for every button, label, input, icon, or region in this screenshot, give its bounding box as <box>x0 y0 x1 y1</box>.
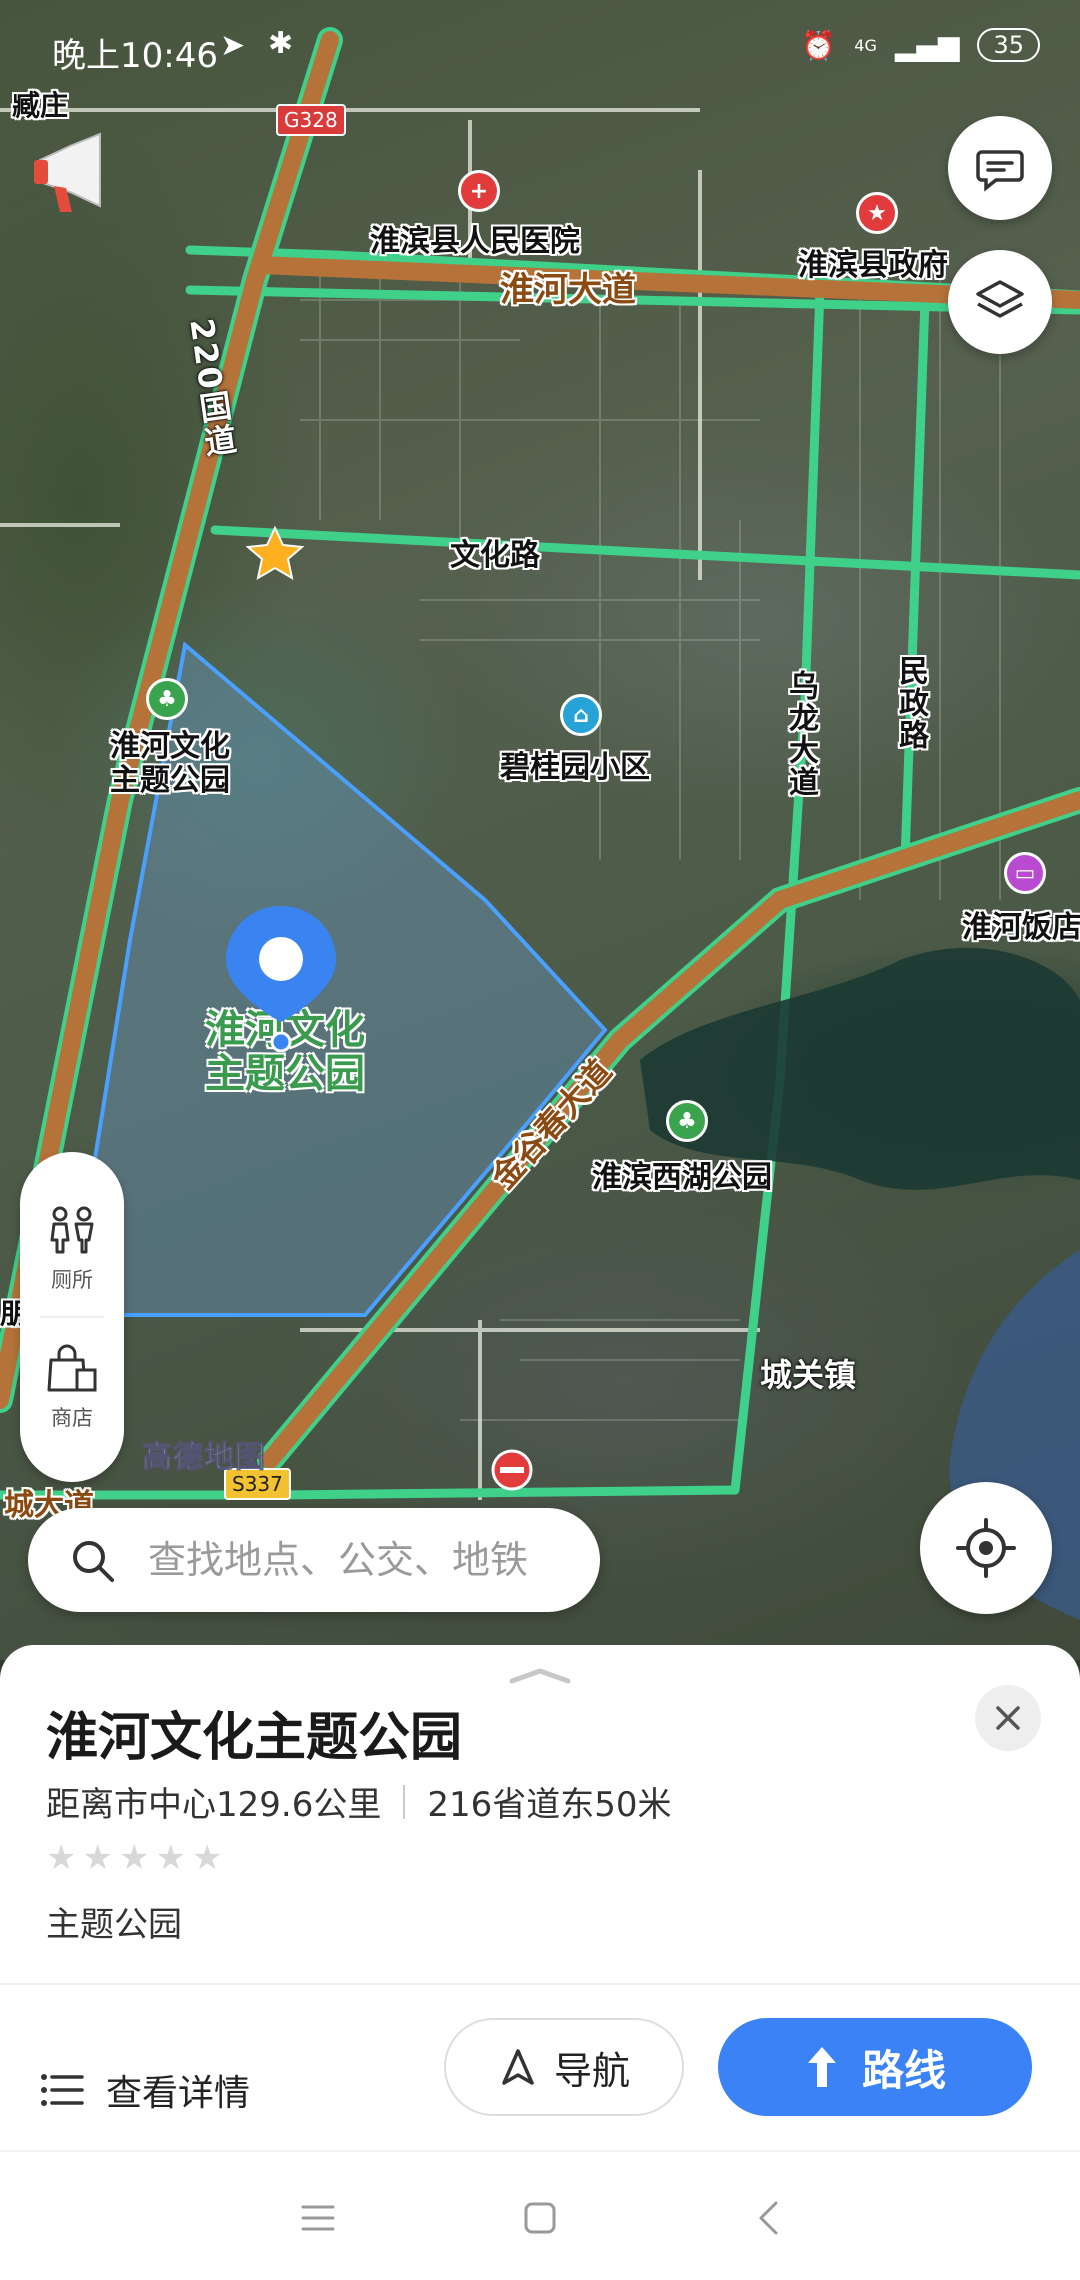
close-button[interactable] <box>975 1685 1041 1751</box>
place-title: 淮河文化主题公园 <box>46 1708 463 1768</box>
view-details-label: 查看详情 <box>106 2073 251 2114</box>
place-category: 主题公园 <box>46 1905 182 1945</box>
place-label-park-small[interactable]: 淮河文化主题公园 <box>100 730 240 798</box>
sheet-handle-icon[interactable] <box>508 1665 572 1685</box>
road-label-wulong: 乌龙大道 <box>783 670 818 798</box>
hospital-icon[interactable]: + <box>458 170 500 212</box>
star-icon: ★ <box>46 1838 77 1878</box>
search-icon <box>73 1541 114 1582</box>
crosshair-icon <box>956 1518 1016 1578</box>
navigate-label: 导航 <box>553 2048 630 2093</box>
meta-divider <box>403 1784 406 1819</box>
menu-key[interactable] <box>294 2194 342 2242</box>
place-label-hotel[interactable]: 淮河饭店 <box>962 902 1080 946</box>
screen: G328 S337 220国道 淮河大道 文化路 乌龙大道 民政路 金谷春大道 … <box>0 0 1080 2280</box>
place-label-biguiyuan[interactable]: 碧桂园小区 <box>500 742 650 786</box>
home-square-icon <box>524 2202 556 2234</box>
distance-text: 距离市中心129.6公里 <box>46 1785 382 1825</box>
route-label: 路线 <box>861 2045 946 2095</box>
park-icon-xihu[interactable]: ♣ <box>666 1100 708 1142</box>
rating-stars: ★ ★ ★ ★ ★ <box>46 1841 222 1875</box>
government-icon[interactable]: ★ <box>856 192 898 234</box>
location-pin-icon[interactable] <box>222 902 340 1052</box>
no-entry-icon <box>491 1449 533 1491</box>
toilet-label: 厕所 <box>51 1268 93 1292</box>
home-key[interactable] <box>516 2194 564 2242</box>
star-icon: ★ <box>118 1838 150 1878</box>
shopping-bag-icon <box>47 1344 97 1392</box>
place-label-government[interactable]: 淮滨县政府 <box>798 240 948 284</box>
residential-icon[interactable]: ⌂ <box>560 694 602 736</box>
menu-icon <box>301 2205 335 2231</box>
road-info-text: 216省道东50米 <box>427 1785 672 1825</box>
feedback-button[interactable] <box>948 116 1052 220</box>
alarm-icon: ⏰ <box>801 28 837 62</box>
status-bar: 晚上10:46 ➤ ✱ ⏰ 4G ▂▄▆ 35 <box>0 0 1080 100</box>
layers-icon <box>976 280 1024 318</box>
road-label-huaihe: 淮河大道 <box>500 270 636 310</box>
road-label-wenhua: 文化路 <box>450 538 540 573</box>
status-time: 晚上10:46 <box>52 36 218 76</box>
navigation-arrow-icon <box>502 2049 534 2085</box>
star-icon: ★ <box>191 1838 223 1878</box>
amap-watermark: 高德地图 <box>142 1440 266 1476</box>
system-navigation-bar <box>0 2150 1080 2280</box>
search-bar[interactable] <box>28 1508 600 1612</box>
map-view[interactable]: G328 S337 220国道 淮河大道 文化路 乌龙大道 民政路 金谷春大道 … <box>0 0 1080 1660</box>
back-key[interactable] <box>744 2194 792 2242</box>
search-input[interactable] <box>148 1532 588 1588</box>
hotel-icon[interactable]: ▭ <box>1004 852 1046 894</box>
shop-button[interactable]: 商店 <box>20 1344 124 1432</box>
side-panel-divider <box>40 1316 104 1318</box>
route-button[interactable]: 路线 <box>718 2018 1032 2116</box>
megaphone-icon[interactable] <box>30 126 114 218</box>
locate-button[interactable] <box>920 1482 1052 1614</box>
toilet-button[interactable]: 厕所 <box>20 1206 124 1294</box>
park-area-label-line2: 主题公园 <box>205 1051 365 1097</box>
close-icon <box>996 1706 1020 1730</box>
view-details-button[interactable]: 查看详情 <box>40 2045 250 2135</box>
layers-button[interactable] <box>948 250 1052 354</box>
status-icons: ⏰ 4G ▂▄▆ 35 <box>801 28 1040 62</box>
location-arrow-icon: ➤ <box>220 28 246 63</box>
road-label-minzheng: 民政路 <box>893 655 928 751</box>
sheet-divider <box>0 1983 1080 1985</box>
side-panel: 厕所 商店 <box>20 1152 124 1482</box>
list-icon <box>41 2074 84 2106</box>
place-label-xihu[interactable]: 淮滨西湖公园 <box>592 1152 772 1196</box>
shop-label: 商店 <box>51 1406 93 1430</box>
star-icon: ★ <box>82 1838 113 1878</box>
network-label: 4G <box>854 35 877 55</box>
park-icon-small[interactable]: ♣ <box>146 678 188 720</box>
battery-indicator: 35 <box>977 28 1040 62</box>
back-chevron-icon <box>759 2201 778 2235</box>
g328-shield: G328 <box>276 104 346 136</box>
bluetooth-icon: ✱ <box>268 26 294 61</box>
place-label-chengguan: 城关镇 <box>760 1356 857 1394</box>
message-icon <box>976 150 1024 192</box>
route-arrow-icon <box>807 2047 836 2087</box>
navigate-button[interactable]: 导航 <box>444 2018 684 2116</box>
place-meta: 距离市中心129.6公里 216省道东50米 <box>46 1777 672 1826</box>
place-label-hospital[interactable]: 淮滨县人民医院 <box>370 216 580 260</box>
signal-icon: ▂▄▆ <box>894 28 960 62</box>
toilet-icon <box>50 1206 94 1254</box>
star-icon: ★ <box>155 1838 186 1878</box>
